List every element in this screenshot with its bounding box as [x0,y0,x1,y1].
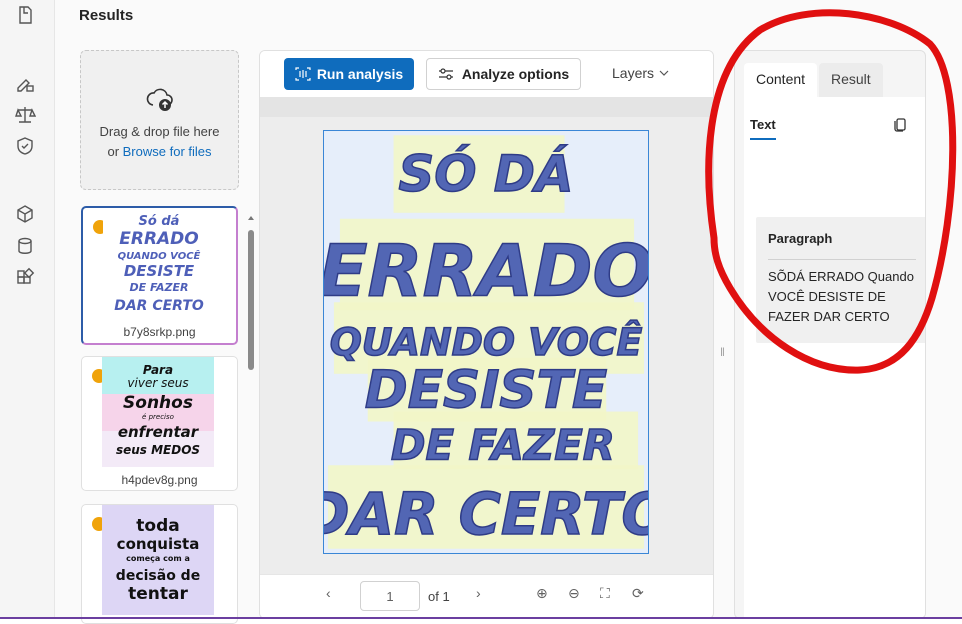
thumb2-line: Para [143,363,173,377]
analyze-options-label: Analyze options [461,66,570,82]
upload-line: Drag & drop file here [99,124,220,139]
database-icon[interactable] [14,235,36,257]
text-subtab[interactable]: Text [750,117,776,140]
thumb1-line: ERRADO [119,229,199,249]
thumb3-line: começa com a [126,554,190,563]
thumb3-line: toda [136,516,179,536]
left-navigation-rail [0,0,55,619]
scroll-thumb[interactable] [248,230,254,370]
thumb1-line: Só dá [139,214,180,229]
page-count-label: of 1 [428,589,450,604]
document-line: SÓ DÁ [398,144,573,203]
thumb1-line: QUANDO VOCÊ [118,248,201,262]
divider [768,259,916,260]
window-edge [952,0,962,619]
chevron-down-icon [659,70,669,76]
fit-page-icon[interactable]: ⛶ [600,585,616,601]
sliders-icon [438,68,453,80]
file-card[interactable]: Para viver seus Sonhos é preciso enfrent… [81,356,238,491]
content-tab-body: Text Paragraph SÕDÁ ERRADO Quando VOCÊ D… [744,97,925,618]
document-icon[interactable] [14,4,36,26]
layers-dropdown[interactable]: Layers [612,65,669,81]
thumb2-line: seus MEDOS [116,443,200,457]
run-analysis-label: Run analysis [316,66,404,82]
browse-files-link[interactable]: Browse for files [123,144,212,159]
file-name: b7y8srkp.png [123,325,196,339]
copy-icon[interactable] [892,116,908,132]
document-canvas: SÓ DÁ ERRADO QUANDO VOCÊ DESISTE DE FAZE… [260,97,713,574]
pen-edit-icon[interactable] [14,72,36,94]
page-title: Results [79,7,134,24]
document-line: DESISTE [365,361,607,421]
panel-splitter[interactable]: ‖ [720,345,726,363]
zoom-out-icon[interactable]: ⊖ [568,585,584,601]
canvas-top-band [260,97,713,117]
upload-dropzone[interactable]: Drag & drop file here or Browse for file… [80,50,239,190]
document-line: DE FAZER [391,420,615,469]
scale-icon[interactable] [14,104,36,126]
document-line: QUANDO VOCÊ [330,320,643,364]
thumb3-line: decisão de [116,568,200,584]
file-name: h4pdev8g.png [121,473,198,487]
paragraph-heading: Paragraph [768,231,833,246]
tab-result[interactable]: Result [819,63,883,97]
thumb3-line: tentar [128,584,188,604]
thumb3-line: conquista [117,535,200,553]
zoom-in-icon[interactable]: ⊕ [536,585,552,601]
rotate-icon[interactable]: ⟳ [632,585,648,601]
scroll-up-icon[interactable] [246,213,256,223]
paragraph-text: SÕDÁ ERRADO Quando VOCÊ DESISTE DE FAZER… [768,269,914,324]
thumb2-line: é preciso [142,413,174,421]
tab-content[interactable]: Content [744,63,818,97]
apps-icon[interactable] [14,267,36,289]
file-thumbnail: Só dá ERRADO QUANDO VOCÊ DESISTE DE FAZE… [103,208,215,318]
viewer-toolbar: Run analysis Analyze options Layers [260,51,713,97]
results-panel: Content Result Text Paragraph SÕDÁ ERRAD… [734,50,926,619]
thumb1-line: DESISTE [124,262,195,280]
page-navigator: ‹ 1 of 1 › ⊕ ⊖ ⛶ ⟳ [260,574,713,618]
run-analysis-button[interactable]: Run analysis [284,58,414,90]
shield-icon[interactable] [14,135,36,157]
next-page-icon[interactable]: › [476,585,492,601]
thumb2-line: enfrentar [118,423,200,441]
file-list-scrollbar[interactable] [246,210,256,619]
previous-page-icon[interactable]: ‹ [326,585,342,601]
paragraph-card: Paragraph SÕDÁ ERRADO Quando VOCÊ DESIST… [756,217,925,343]
layers-label: Layers [612,65,655,81]
thumb2-line: viver seus [127,376,188,390]
upload-instructions: Drag & drop file here or Browse for file… [81,122,238,162]
file-card[interactable]: toda conquista começa com a decisão de t… [81,504,238,624]
page-number-input[interactable]: 1 [360,581,420,611]
document-image: SÓ DÁ ERRADO QUANDO VOCÊ DESISTE DE FAZE… [323,130,649,554]
main-area: Results Drag & drop file here or Browse … [55,0,962,624]
analyze-options-button[interactable]: Analyze options [426,58,581,90]
cube-icon[interactable] [14,203,36,225]
document-line: ERRADO [323,229,649,312]
thumb1-line: DAR CERTO [114,298,204,314]
file-thumbnail: Para viver seus Sonhos é preciso enfrent… [102,357,214,467]
thumb2-line: Sonhos [123,393,193,413]
cloud-upload-icon [146,88,173,111]
thumb1-line: DE FAZER [129,281,188,294]
file-card[interactable]: Só dá ERRADO QUANDO VOCÊ DESISTE DE FAZE… [81,206,238,345]
analysis-icon [295,67,311,81]
upload-or: or [107,144,123,159]
document-viewer: Run analysis Analyze options Layers SÓ D… [259,50,714,619]
document-line: DAR CERTO [323,480,649,548]
file-thumbnail: toda conquista começa com a decisão de t… [102,505,214,615]
